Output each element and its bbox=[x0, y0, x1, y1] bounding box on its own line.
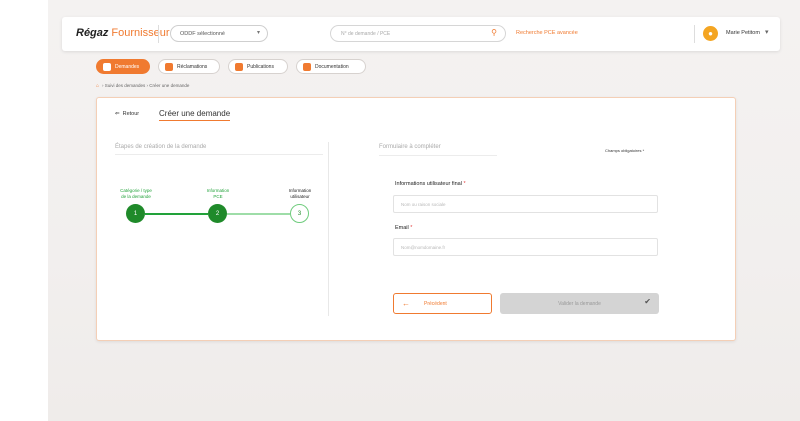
nav-item-reclamations[interactable]: Réclamations bbox=[158, 59, 220, 74]
previous-button[interactable]: ← Précédent bbox=[393, 293, 492, 314]
step-label-line: PCE bbox=[213, 194, 223, 199]
arrow-left-icon: ← bbox=[402, 299, 410, 308]
field-label-text: Email bbox=[395, 225, 409, 231]
validate-label: Valider la demande bbox=[558, 300, 601, 307]
advanced-search-link[interactable]: Recherche PCE avancée bbox=[516, 30, 578, 36]
brand-accent: Fournisseur bbox=[111, 27, 170, 39]
nav-item-demandes[interactable]: Demandes bbox=[96, 59, 150, 74]
required-mark: * bbox=[410, 225, 413, 231]
tab-create-request[interactable]: Créer une demande bbox=[159, 109, 231, 121]
input-placeholder: Nom@nomdomaine.fr bbox=[401, 244, 446, 250]
form-title: Formulaire à compléter bbox=[379, 144, 441, 150]
step-3-circle: 3 bbox=[290, 204, 309, 223]
required-mark: * bbox=[463, 181, 466, 187]
user-name[interactable]: Marie Petitom bbox=[726, 30, 760, 36]
end-user-name-input[interactable]: Nom ou raison sociale bbox=[393, 195, 658, 213]
top-header: Régaz Fournisseur ODDF sélectionné ▾ N° d… bbox=[62, 17, 780, 51]
documentation-icon bbox=[303, 62, 311, 71]
pds-select-value: ODDF sélectionné bbox=[180, 30, 225, 37]
breadcrumb-text[interactable]: › Suivi des demandes › Créer une demande bbox=[102, 83, 189, 88]
required-note: Champs obligatoires * bbox=[605, 148, 645, 153]
nav-item-label: Réclamations bbox=[177, 63, 208, 70]
header-divider bbox=[694, 25, 695, 43]
end-user-info-label: Informations utilisateur final * bbox=[395, 181, 466, 187]
header-divider bbox=[158, 25, 159, 43]
nav-item-label: Demandes bbox=[115, 63, 140, 70]
divider bbox=[379, 155, 497, 156]
check-icon: ✔ bbox=[644, 297, 651, 306]
step-1-circle: 1 bbox=[126, 204, 145, 223]
create-request-card: ⇐ Retour Créer une demande Étapes de créa… bbox=[96, 97, 736, 341]
email-field[interactable]: Nom@nomdomaine.fr bbox=[393, 238, 658, 256]
chevron-down-icon[interactable]: ▾ bbox=[765, 28, 769, 36]
search-input[interactable]: N° de demande / PCE ⚲ bbox=[330, 25, 506, 42]
arrow-left-icon: ⇐ bbox=[115, 111, 120, 117]
divider bbox=[115, 154, 323, 155]
pds-select[interactable]: ODDF sélectionné ▾ bbox=[170, 25, 268, 42]
validate-request-button[interactable]: Valider la demande ✔ bbox=[500, 293, 659, 314]
vertical-divider bbox=[328, 142, 329, 316]
back-button[interactable]: ⇐ Retour bbox=[115, 111, 139, 117]
input-placeholder: Nom ou raison sociale bbox=[401, 201, 446, 207]
publications-icon bbox=[235, 62, 243, 71]
step-3-label: Information utilisateur bbox=[277, 188, 323, 200]
search-placeholder: N° de demande / PCE bbox=[341, 30, 391, 37]
step-connector bbox=[227, 213, 290, 215]
home-icon[interactable]: ⌂ bbox=[96, 83, 99, 89]
nav-item-label: Documentation bbox=[315, 63, 349, 70]
step-label-line: de la demande bbox=[121, 194, 151, 199]
reclamations-icon bbox=[165, 62, 173, 71]
nav-item-label: Publications bbox=[247, 63, 274, 70]
breadcrumb: ⌂ › Suivi des demandes › Créer une demand… bbox=[96, 83, 189, 89]
step-2-label: Information PCE bbox=[192, 188, 244, 200]
brand-main: Régaz bbox=[76, 27, 109, 39]
field-label-text: Informations utilisateur final bbox=[395, 181, 462, 187]
nav-item-documentation[interactable]: Documentation bbox=[296, 59, 366, 74]
email-label: Email * bbox=[395, 225, 412, 231]
step-2-circle: 2 bbox=[208, 204, 227, 223]
chevron-down-icon: ▾ bbox=[256, 30, 260, 36]
user-avatar-icon[interactable]: ● bbox=[703, 26, 718, 41]
previous-label: Précédent bbox=[424, 300, 447, 307]
back-label: Retour bbox=[122, 111, 140, 117]
steps-title: Étapes de création de la demande bbox=[115, 144, 207, 150]
demandes-icon bbox=[103, 62, 111, 71]
brand-logo[interactable]: Régaz Fournisseur bbox=[76, 27, 169, 39]
nav-item-publications[interactable]: Publications bbox=[228, 59, 288, 74]
step-connector bbox=[145, 213, 208, 215]
search-icon[interactable]: ⚲ bbox=[491, 28, 497, 37]
step-label-line: utilisateur bbox=[290, 194, 310, 199]
step-1-label: Catégorie / type de la demande bbox=[107, 188, 165, 200]
